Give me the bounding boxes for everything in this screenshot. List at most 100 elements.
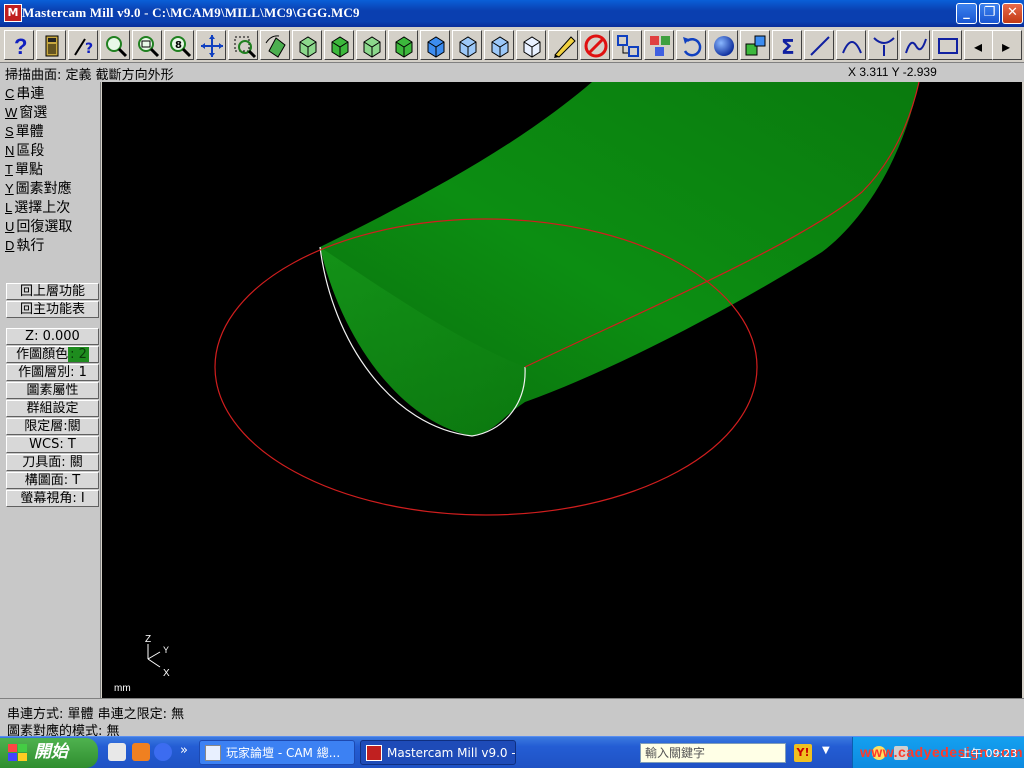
color-button[interactable]: 作圖顏色: 2 (6, 346, 99, 363)
maximize-button[interactable]: ❐ (979, 3, 1000, 24)
toolbar: ? ? 8 Σ ◂ ▸ (0, 27, 1024, 63)
select-icon[interactable] (228, 30, 258, 60)
color-label: 作圖顏色 (16, 347, 69, 362)
fillet-icon[interactable] (868, 30, 898, 60)
z-depth-button[interactable]: Z: 0.000 (6, 328, 99, 345)
task-mastercam-label: Mastercam Mill v9.0 - ... (387, 746, 516, 760)
axis-z-label: Z (145, 634, 151, 645)
cplane-button[interactable]: 構圖面: T (6, 472, 99, 489)
menu-label: 窗選 (19, 105, 48, 121)
undo-icon[interactable] (676, 30, 706, 60)
menu-item-unselect[interactable]: U 回復選取 (5, 216, 72, 235)
menu-item-section[interactable]: N 區段 (5, 140, 44, 159)
calculator-icon[interactable] (36, 30, 66, 60)
menu-label: 單體 (15, 124, 44, 140)
zoom-window-icon[interactable] (100, 30, 130, 60)
axis-x-label: X (163, 668, 170, 679)
prompt-text: 掃描曲面: 定義 截斷方向外形 (5, 68, 174, 83)
quicklaunch-more-icon[interactable]: » (180, 743, 188, 758)
model-canvas[interactable]: Z Y X (102, 82, 1022, 698)
search-dropdown-icon[interactable]: ▼ (822, 745, 830, 756)
windows-flag-icon (8, 744, 27, 761)
svg-text:?: ? (85, 41, 93, 57)
zoom-fit-icon[interactable]: 8 (164, 30, 194, 60)
task-mastercam-window[interactable]: Mastercam Mill v9.0 - ... (360, 740, 516, 765)
main-menu-button[interactable]: 回主功能表 (6, 301, 99, 318)
menu-item-window[interactable]: W 窗選 (5, 102, 47, 121)
menu-item-done[interactable]: D 執行 (5, 235, 44, 254)
menu-item-point[interactable]: T 單點 (5, 159, 43, 178)
start-button[interactable]: 開始 (0, 738, 98, 768)
start-label: 開始 (34, 742, 68, 762)
delete-icon[interactable] (580, 30, 610, 60)
menu-key: Y (5, 181, 14, 196)
menu-item-sync[interactable]: Y 圖素對應 (5, 178, 72, 197)
search-input[interactable]: 輸入關鍵字 (640, 743, 786, 763)
menu-label: 回復選取 (16, 219, 73, 235)
cplane-side-icon[interactable] (484, 30, 514, 60)
title-bar[interactable]: M Mastercam Mill v9.0 - C:\MCAM9\MILL\MC… (0, 0, 1024, 27)
arrow-left-icon[interactable]: ◂ (964, 30, 994, 60)
minimize-button[interactable]: _ (956, 3, 977, 24)
mastercam-icon (366, 745, 382, 761)
task-forum-label: 玩家論壇 - CAM 總... (226, 746, 341, 760)
level-button[interactable]: 作圖層別: 1 (6, 364, 99, 381)
app-icon[interactable]: M (4, 4, 22, 22)
menu-label: 圖素對應 (15, 181, 72, 197)
sigma-icon[interactable]: Σ (772, 30, 802, 60)
pan-icon[interactable] (196, 30, 226, 60)
gview-button[interactable]: 螢幕視角: I (6, 490, 99, 507)
window-title: Mastercam Mill v9.0 - C:\MCAM9\MILL\MC9\… (22, 5, 360, 20)
menu-item-single[interactable]: S 單體 (5, 121, 44, 140)
tplane-button[interactable]: 刀具面: 關 (6, 454, 99, 471)
cplane-front-icon[interactable] (452, 30, 482, 60)
spline-icon[interactable] (900, 30, 930, 60)
app-window: M Mastercam Mill v9.0 - C:\MCAM9\MILL\MC… (0, 0, 1024, 768)
mask-button[interactable]: 限定層:關 (6, 418, 99, 435)
menu-key: L (5, 200, 13, 215)
menu-key: U (5, 219, 15, 234)
translate-icon[interactable] (612, 30, 642, 60)
menu-item-last[interactable]: L 選擇上次 (5, 197, 70, 216)
cursor-coordinates: X 3.311 Y -2.939 (848, 65, 937, 79)
line-icon[interactable] (804, 30, 834, 60)
menu-label: 執行 (16, 238, 45, 254)
graphics-viewport[interactable]: Z Y X mm (102, 82, 1022, 698)
svg-text:▸: ▸ (1002, 37, 1010, 56)
copy-icon[interactable] (644, 30, 674, 60)
view-iso-icon[interactable] (388, 30, 418, 60)
menu-key: W (5, 105, 18, 120)
menu-item-chain[interactable]: C 串連 (5, 83, 44, 102)
cplane-3d-icon[interactable] (516, 30, 546, 60)
menu-label: 區段 (16, 143, 45, 159)
unzoom-icon[interactable] (132, 30, 162, 60)
rotate-view-icon[interactable] (260, 30, 290, 60)
arc-icon[interactable] (836, 30, 866, 60)
quicklaunch-media-icon[interactable] (108, 743, 126, 761)
arrow-right-icon[interactable]: ▸ (992, 30, 1022, 60)
menu-key: C (5, 86, 15, 101)
pencil-icon[interactable] (548, 30, 578, 60)
color-value: : 2 (68, 347, 89, 362)
view-front-icon[interactable] (324, 30, 354, 60)
shade-sphere-icon[interactable] (708, 30, 738, 60)
rectangle-icon[interactable] (932, 30, 962, 60)
quicklaunch-player-icon[interactable] (154, 743, 172, 761)
menu-key: D (5, 238, 15, 253)
groups-button[interactable]: 群組設定 (6, 400, 99, 417)
svg-text:8: 8 (175, 40, 182, 51)
view-top-icon[interactable] (292, 30, 322, 60)
yahoo-search-icon[interactable]: Y! (794, 744, 812, 762)
view-side-icon[interactable] (356, 30, 386, 60)
analyze-icon[interactable]: ? (68, 30, 98, 60)
task-forum-window[interactable]: 玩家論壇 - CAM 總... (199, 740, 355, 765)
close-button[interactable]: ✕ (1002, 3, 1023, 24)
help-icon[interactable]: ? (4, 30, 34, 60)
menu-key: T (5, 162, 13, 177)
wcs-button[interactable]: WCS: T (6, 436, 99, 453)
attributes-button[interactable]: 圖素屬性 (6, 382, 99, 399)
back-up-button[interactable]: 回上層功能 (6, 283, 99, 300)
transform-icon[interactable] (740, 30, 770, 60)
quicklaunch-browser-icon[interactable] (132, 743, 150, 761)
cplane-top-icon[interactable] (420, 30, 450, 60)
